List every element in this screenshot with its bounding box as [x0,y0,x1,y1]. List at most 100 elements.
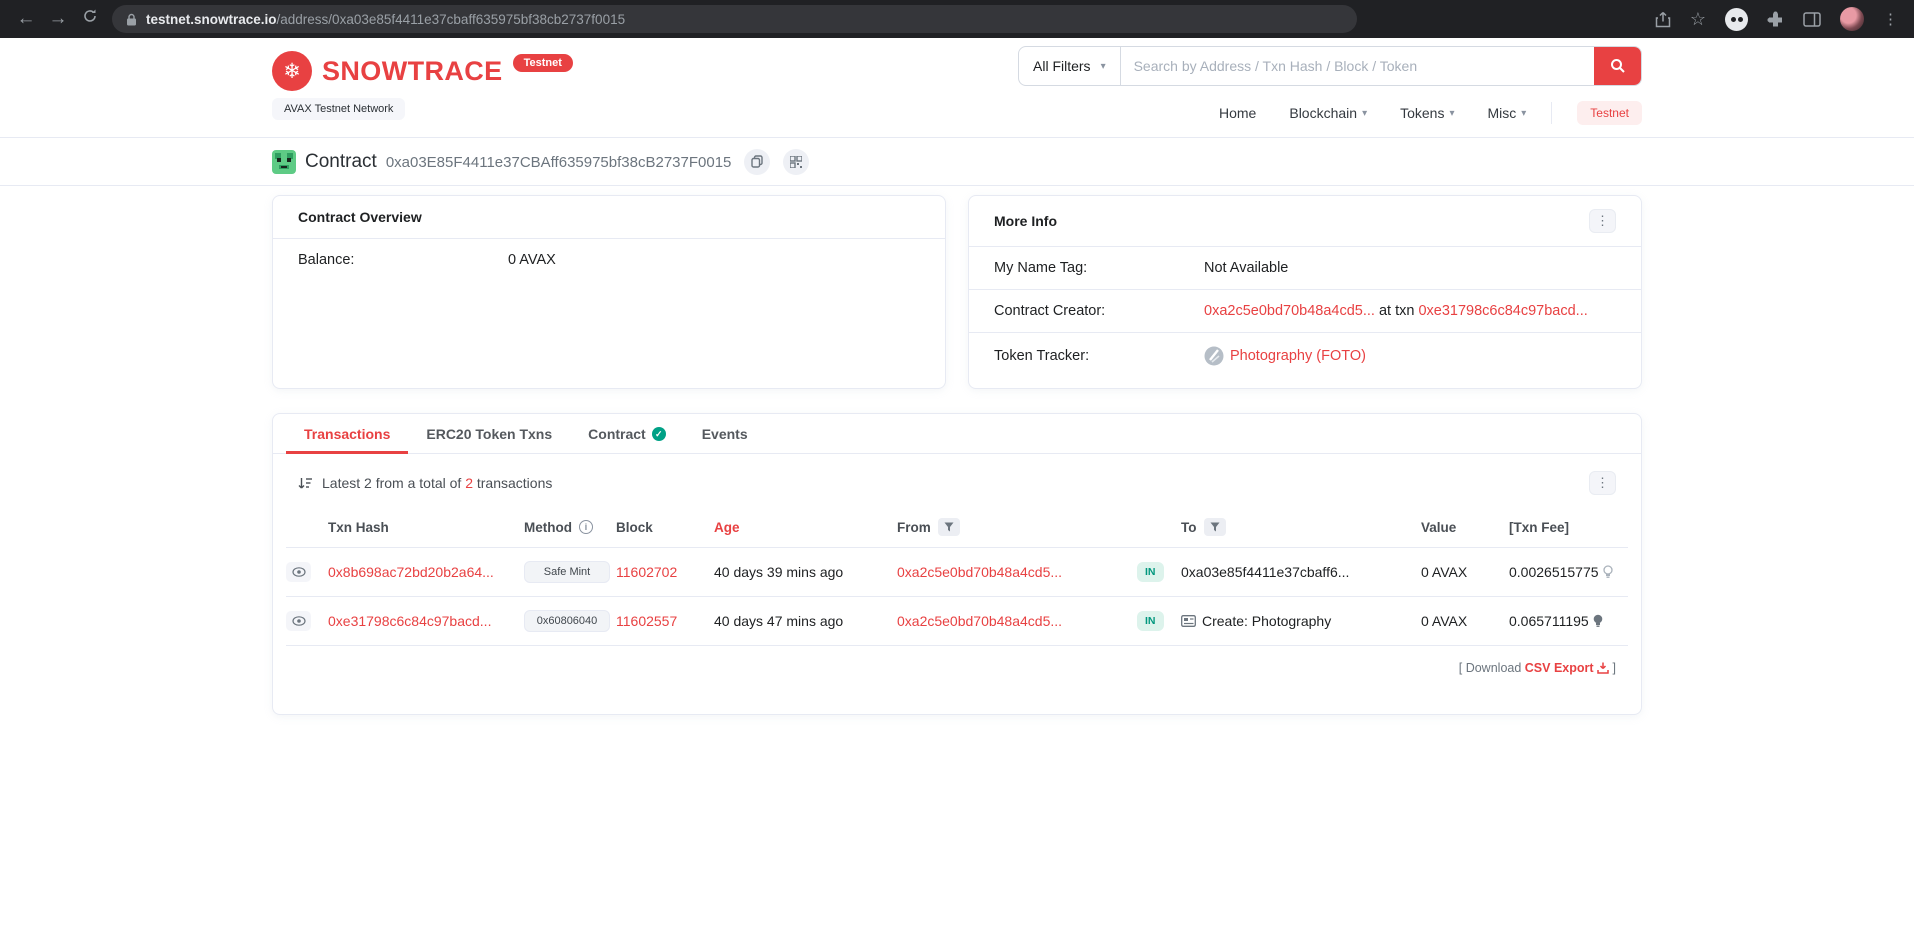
overview-card-title: Contract Overview [298,209,422,225]
nav-item-tokens[interactable]: Tokens ▾ [1400,105,1454,121]
more-info-card: More Info ⋮ My Name Tag: Not Available C… [968,195,1642,389]
transactions-card: Transactions ERC20 Token Txns Contract ✓… [272,413,1642,715]
block-link[interactable]: 11602702 [616,564,677,580]
token-tracker-link[interactable]: Photography (FOTO) [1230,348,1366,364]
token-logo-icon [1204,346,1224,366]
method-badge[interactable]: 0x60806040 [524,610,610,632]
sort-icon [298,477,312,488]
browser-menu-button[interactable]: ⋮ [1883,10,1898,28]
tab-erc20-label: ERC20 Token Txns [426,426,553,442]
csv-export-link[interactable]: CSV Export [1525,661,1594,675]
col-to: To [1181,519,1197,535]
nav-misc-label: Misc [1487,105,1517,121]
creator-txn-link[interactable]: 0xe31798c6c84c97bacd... [1418,303,1587,319]
value-cell: 0 AVAX [1421,596,1509,646]
nav-item-blockchain[interactable]: Blockchain ▾ [1289,105,1367,121]
more-info-card-title: More Info [994,213,1057,229]
share-button[interactable] [1655,11,1671,28]
tab-contract[interactable]: Contract ✓ [570,414,684,454]
extensions-button[interactable] [1767,11,1784,28]
to-address: 0xa03e85f4411e37cbaff6... [1181,564,1350,580]
nav-tokens-label: Tokens [1400,105,1445,121]
contract-address: 0xa03E85F4411e37CBAff635975bf38cB2737F00… [385,154,732,171]
search-input[interactable] [1120,47,1594,85]
transactions-table: Txn Hash Method i Block Age From To Valu… [286,507,1628,646]
tab-erc20-token-txns[interactable]: ERC20 Token Txns [408,414,570,454]
more-info-menu-button[interactable]: ⋮ [1589,209,1616,233]
creator-at-txn-text: at txn [1378,303,1415,319]
age-value: 40 days 47 mins ago [714,596,897,646]
block-link[interactable]: 11602557 [616,613,677,629]
snowflake-logo-icon: ❄ [272,51,312,91]
profile-avatar[interactable] [1840,7,1864,31]
from-address-link[interactable]: 0xa2c5e0bd70b48a4cd5... [897,564,1062,580]
col-age[interactable]: Age [714,520,740,535]
tab-events[interactable]: Events [684,414,766,454]
eye-icon [291,616,306,626]
txn-hash-link[interactable]: 0x8b698ac72bd20b2a64... [328,564,494,580]
qr-code-button[interactable] [783,148,810,175]
nav-blockchain-label: Blockchain [1289,105,1358,121]
transactions-menu-button[interactable]: ⋮ [1589,471,1616,495]
qr-code-icon [790,155,803,168]
search-button[interactable] [1594,47,1641,85]
tab-bar: Transactions ERC20 Token Txns Contract ✓… [273,414,1641,454]
tab-events-label: Events [701,426,748,442]
brand-testnet-badge: Testnet [512,54,573,72]
transactions-summary: Latest 2 from a total of 2 transactions [298,475,552,491]
chevron-down-icon: ▾ [1449,107,1455,119]
url-text: testnet.snowtrace.io/address/0xa03e85f44… [146,12,625,27]
url-path: /address/0xa03e85f4411e37cbaff635975bf38… [276,11,626,27]
snowtrace-logo[interactable]: ❄ SNOWTRACE Testnet [272,51,573,91]
to-filter-button[interactable] [1203,518,1226,536]
nav-item-misc[interactable]: Misc ▾ [1487,105,1526,121]
contract-creator-label: Contract Creator: [994,303,1106,319]
bookmark-button[interactable]: ☆ [1690,9,1706,30]
col-method: Method [524,519,572,535]
txn-preview-button[interactable] [286,611,311,631]
url-host: testnet.snowtrace.io [146,11,277,27]
network-label: AVAX Testnet Network [272,98,406,120]
search-filter-dropdown[interactable]: All Filters ▾ [1019,47,1121,85]
browser-back-button[interactable]: ← [10,0,42,38]
search-icon [1610,59,1625,73]
share-icon [1655,11,1671,27]
download-csv-row: [ Download CSV Export ] [273,646,1641,675]
from-filter-button[interactable] [937,518,960,536]
contract-creator-address-link[interactable]: 0xa2c5e0bd70b48a4cd5... [1204,303,1375,319]
summary-suffix: transactions [476,475,553,491]
col-block: Block [616,507,714,548]
site-header: ❄ SNOWTRACE Testnet AVAX Testnet Network… [0,38,1914,138]
txn-hash-link[interactable]: 0xe31798c6c84c97bacd... [328,613,491,629]
copy-address-button[interactable] [744,148,771,175]
direction-badge: IN [1137,611,1164,631]
nav-divider [1551,102,1553,124]
side-panel-button[interactable] [1803,11,1821,27]
nav-testnet-badge[interactable]: Testnet [1577,101,1642,125]
method-badge[interactable]: Safe Mint [524,561,610,583]
age-value: 40 days 39 mins ago [714,547,897,597]
token-tracker-label: Token Tracker: [994,348,1090,364]
download-icon[interactable] [1597,662,1609,674]
browser-forward-button[interactable]: → [42,0,74,38]
bracket-open: [ [1458,661,1463,675]
gas-lightbulb-icon[interactable] [1602,565,1613,579]
gas-lightbulb-icon[interactable] [1593,614,1603,628]
from-address-link[interactable]: 0xa2c5e0bd70b48a4cd5... [897,613,1062,629]
nav-item-home[interactable]: Home [1219,105,1256,121]
extension-icon[interactable] [1725,7,1748,31]
txn-preview-button[interactable] [286,562,311,582]
address-bar[interactable]: testnet.snowtrace.io/address/0xa03e85f44… [112,5,1357,33]
browser-reload-button[interactable] [74,0,106,38]
reload-icon [84,9,96,22]
tab-transactions[interactable]: Transactions [286,414,409,454]
txn-fee-value: 0.0026515775 [1509,564,1599,580]
contract-overview-card: Contract Overview Balance: 0 AVAX [272,195,946,389]
col-txn-hash: Txn Hash [328,507,524,548]
tab-contract-label: Contract [588,426,646,442]
contract-identicon [272,149,296,174]
chevron-down-icon: ▾ [1521,107,1527,119]
filter-icon [944,522,954,532]
chevron-down-icon: ▾ [1362,107,1368,119]
info-icon[interactable]: i [579,520,593,534]
